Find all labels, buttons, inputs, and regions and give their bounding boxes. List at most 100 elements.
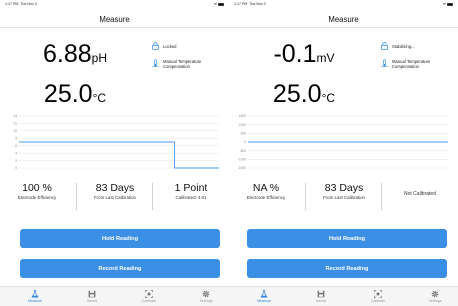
efficiency-metric: NA % Electrode Efficiency [235,182,297,201]
tab-label: Measure [28,299,42,303]
tab-saved[interactable]: Saved [301,290,341,303]
y-tick-label: 2 [15,159,17,163]
record-reading-button[interactable]: Record Reading [247,259,447,278]
flask-icon [260,290,268,298]
days-metric: 83 Days From Last Calibration [84,182,146,201]
efficiency-value: 100 % [22,182,52,194]
measure-screen-ph: 1:17 PM Tue Nov 3 ≋ Measure 6.88pH 25.0°… [0,0,229,306]
tab-label: Calibrate [141,299,157,303]
battery-icon [218,2,224,6]
calibration-metric: Not Calibrated [389,190,451,197]
lock-icon [152,42,159,50]
tab-label: Saved [86,299,98,303]
tab-label: Measure [257,299,271,303]
gear-icon [431,290,439,298]
y-tick-label: 1500 [239,114,246,118]
efficiency-metric: 100 % Electrode Efficiency [6,182,68,201]
battery-icon [447,2,453,6]
status-date: Tue Nov 3 [20,2,37,6]
temperature-value: 25.0 [43,80,93,108]
y-tick-label: 500 [241,132,247,136]
days-value: 83 Days [324,182,364,194]
tab-calibrate[interactable]: Calibrate [358,290,398,303]
temperature-reading: 25.0°C [229,80,379,109]
points-label: Calibrated: 4.01 [175,195,207,200]
primary-reading: 6.88pH [0,40,150,69]
primary-reading: -0.1mV [229,40,379,69]
reading-chart: 14 12 10 8 6 4 2 0 [5,112,223,172]
y-tick-label: 4 [15,151,17,155]
efficiency-label: Electrode Efficiency [246,195,286,200]
save-icon [317,290,325,298]
thermometer-icon [381,59,388,67]
page-title: Measure [328,15,359,24]
page-title: Measure [99,15,130,24]
tab-label: Settings [428,299,442,303]
reading-chart: 1500 1000 500 0 -500 -1000 -1500 [234,112,452,172]
points-value: 1 Point [174,182,208,194]
y-tick-label: 1000 [239,123,246,127]
lock-status-label: Stabilizing... [392,44,415,49]
primary-unit: mV [316,51,335,65]
header-divider [0,27,229,28]
tab-label: Calibrate [370,299,386,303]
primary-unit: pH [91,51,107,65]
metric-divider [381,183,382,210]
lock-status-label: Locked [163,44,177,49]
y-tick-label: 10 [13,129,17,133]
y-tick-label: -1500 [238,166,246,170]
wifi-icon: ≋ [442,2,446,6]
tab-measure[interactable]: Measure [244,290,284,303]
temp-compensation: Manual Temperature Compensation [152,59,222,70]
y-tick-label: 8 [15,136,17,140]
status-bar: 1:17 PM Tue Nov 3 ≋ [229,2,458,8]
y-tick-label: 12 [13,122,17,126]
flask-icon [31,290,39,298]
header-divider [229,27,458,28]
calibration-metric: 1 Point Calibrated: 4.01 [160,182,222,201]
y-tick-label: 0 [15,166,17,170]
lock-status: Locked [152,42,177,50]
days-value: 83 Days [95,182,135,194]
temperature-unit: °C [92,91,107,105]
y-tick-label: 14 [13,114,17,118]
hold-reading-button[interactable]: Hold Reading [247,229,447,248]
target-icon [145,290,153,298]
tab-saved[interactable]: Saved [72,290,112,303]
y-tick-label: -1000 [238,158,246,162]
y-tick-label: 6 [15,144,17,148]
metric-divider [152,183,153,210]
temperature-reading: 25.0°C [0,80,150,109]
y-tick-label: -500 [240,149,247,153]
tab-settings[interactable]: Settings [186,290,226,303]
status-date: Tue Nov 3 [249,2,266,6]
lock-status: Stabilizing... [381,42,415,50]
metrics-row: 100 % Electrode Efficiency 83 Days From … [0,182,229,214]
not-calibrated-label: Not Calibrated [404,191,436,197]
thermometer-icon [152,59,159,67]
primary-value: -0.1 [273,40,317,68]
days-label: From Last Calibration [323,195,365,200]
metric-divider [305,183,306,210]
save-icon [88,290,96,298]
tab-label: Saved [315,299,327,303]
tab-bar: Measure Saved Calibrate Settings [229,286,458,306]
metric-divider [76,183,77,210]
tab-calibrate[interactable]: Calibrate [129,290,169,303]
temperature-unit: °C [321,91,336,105]
gear-icon [202,290,210,298]
status-bar: 1:17 PM Tue Nov 3 ≋ [0,2,229,8]
record-reading-button[interactable]: Record Reading [20,259,220,278]
measure-screen-mv: 1:17 PM Tue Nov 3 ≋ Measure -0.1mV 25.0°… [229,0,458,306]
metrics-row: NA % Electrode Efficiency 83 Days From L… [229,182,458,214]
hold-reading-button[interactable]: Hold Reading [20,229,220,248]
efficiency-value: NA % [252,182,280,194]
tab-settings[interactable]: Settings [415,290,455,303]
temp-compensation-label: Manual Temperature Compensation [392,59,431,70]
primary-value: 6.88 [42,40,92,68]
status-time: 1:17 PM [234,2,248,6]
unlock-icon [381,42,388,50]
temp-compensation-label: Manual Temperature Compensation [163,59,202,70]
tab-measure[interactable]: Measure [15,290,55,303]
y-tick-label: 0 [244,140,246,144]
